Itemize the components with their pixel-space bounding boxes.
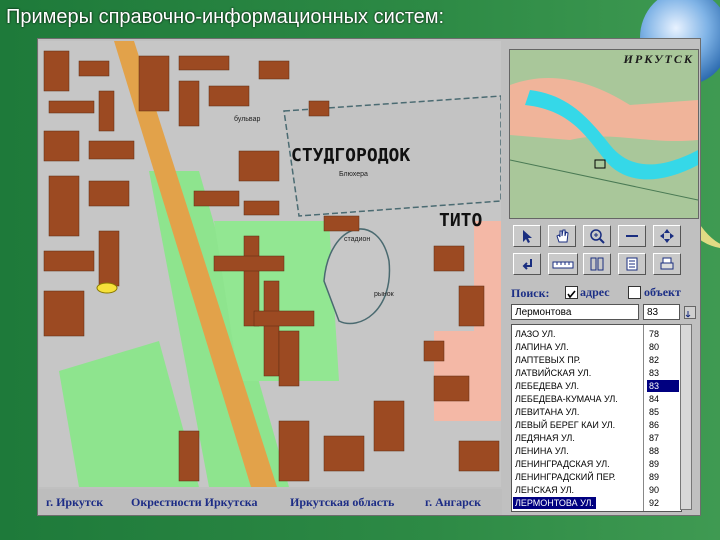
- street-name: ЛЕРМОНТОВА УЛ.: [513, 497, 596, 509]
- street-name: ЛАПИНА УЛ.: [515, 342, 569, 352]
- back-button[interactable]: [513, 253, 541, 275]
- house-number: 82: [649, 355, 660, 365]
- street-name: ЛЕДЯНАЯ УЛ.: [515, 433, 575, 443]
- house-number: 90: [649, 485, 660, 495]
- pan-arrows-icon: [660, 229, 674, 243]
- list-item[interactable]: ЛАТВИЙСКАЯ УЛ. 83: [512, 367, 681, 379]
- layers-icon: [590, 257, 604, 271]
- house-number-input[interactable]: 83: [643, 304, 680, 320]
- house-number: 89: [649, 459, 660, 469]
- street-label: Блюхера: [339, 171, 368, 178]
- map-canvas[interactable]: СТУДГОРОДОК ТИТО бульвар Блюхера рынок с…: [39, 41, 501, 487]
- house-number: 87: [649, 433, 660, 443]
- list-item[interactable]: ЛАПТЕВЫХ ПР. 82: [512, 354, 681, 366]
- street-name: ЛЕНИНГРАДСКИЙ ПЕР.: [515, 472, 616, 482]
- object-checkbox[interactable]: [628, 286, 641, 299]
- street-name: ЛЕВЫЙ БЕРЕГ КАИ УЛ.: [515, 420, 616, 430]
- house-number: 83: [649, 368, 660, 378]
- street-name: ЛАЗО УЛ.: [515, 329, 556, 339]
- link-angarsk[interactable]: г. Ангарск: [425, 495, 481, 510]
- minimap-title: ИРКУТСК: [623, 52, 694, 66]
- zoom-out-icon: [626, 235, 638, 237]
- ruler-button[interactable]: [548, 253, 578, 275]
- list-item[interactable]: ЛЕНИНА УЛ. 88: [512, 445, 681, 457]
- street-name: ЛЕБЕДЕВА-КУМАЧА УЛ.: [515, 394, 618, 404]
- house-number: 80: [649, 342, 660, 352]
- print-icon: [660, 257, 674, 270]
- object-option-label: объект: [644, 285, 681, 299]
- map-region-links: г. Иркутск Окрестности Иркутска Иркутска…: [38, 489, 502, 515]
- list-item[interactable]: ЛАПИНА УЛ. 80: [512, 341, 681, 353]
- street-label: бульвар: [234, 115, 260, 123]
- hand-icon: [556, 229, 569, 243]
- street-name: ЛЕНСКАЯ УЛ.: [515, 485, 574, 495]
- layers-button[interactable]: [583, 253, 611, 275]
- house-number: 92: [649, 498, 660, 508]
- street-input[interactable]: Лермонтова: [511, 304, 639, 320]
- link-irkutsk-surroundings[interactable]: Окрестности Иркутска: [131, 495, 258, 510]
- zoom-out-button[interactable]: [618, 225, 646, 247]
- street-name: ЛЕНИНА УЛ.: [515, 446, 569, 456]
- street-name: ЛЕВИТАНА УЛ.: [515, 407, 580, 417]
- list-item[interactable]: ЛЕБЕДЕВА УЛ. 83: [512, 380, 681, 392]
- list-button[interactable]: [618, 253, 646, 275]
- pan-arrows-button[interactable]: [653, 225, 681, 247]
- zoom-in-icon: [590, 229, 605, 244]
- search-go-button[interactable]: [684, 306, 696, 319]
- house-number: 83: [647, 380, 679, 392]
- house-number: 86: [649, 420, 660, 430]
- pointer-icon: [523, 230, 532, 243]
- list-item[interactable]: ЛЕВИТАНА УЛ. 85: [512, 406, 681, 418]
- link-irkutsk-region[interactable]: Иркутская область: [290, 495, 394, 510]
- address-checkbox[interactable]: [565, 286, 578, 299]
- control-panel: ИРКУТСК Поиск: адрес объект Лермонтова 8…: [503, 39, 700, 515]
- list-item[interactable]: ЛЕНИНГРАДСКАЯ УЛ. 89: [512, 458, 681, 470]
- street-name: ЛАПТЕВЫХ ПР.: [515, 355, 581, 365]
- house-number: 84: [649, 394, 660, 404]
- link-irkutsk[interactable]: г. Иркутск: [46, 495, 103, 510]
- list-item[interactable]: ЛАЗО УЛ. 78: [512, 328, 681, 340]
- list-item[interactable]: ЛЕРМОНТОВА УЛ. 92: [512, 497, 681, 509]
- list-item[interactable]: ЛЕНИНГРАДСКИЙ ПЕР. 89: [512, 471, 681, 483]
- ruler-icon: [552, 261, 574, 269]
- arrow-icon: [685, 311, 691, 318]
- slide-title: Примеры справочно-информационных систем:: [6, 6, 445, 28]
- street-name: ЛЕНИНГРАДСКАЯ УЛ.: [515, 459, 610, 469]
- results-scrollbar[interactable]: [680, 324, 692, 510]
- list-item[interactable]: ЛЕВЫЙ БЕРЕГ КАИ УЛ. 86: [512, 419, 681, 431]
- pointer-tool-button[interactable]: [513, 225, 541, 247]
- overview-minimap[interactable]: ИРКУТСК: [509, 49, 699, 219]
- street-name: ЛАТВИЙСКАЯ УЛ.: [515, 368, 592, 378]
- house-number: 78: [649, 329, 660, 339]
- street-results-list[interactable]: ЛАЗО УЛ. 78 ЛАПИНА УЛ. 80 ЛАПТЕВЫХ ПР. 82 ЛАТВ…: [511, 324, 682, 512]
- print-button[interactable]: [653, 253, 681, 275]
- zoom-in-button[interactable]: [583, 225, 611, 247]
- street-label: стадион: [344, 236, 370, 243]
- list-item[interactable]: ЛЕНСКАЯ УЛ. 90: [512, 484, 681, 496]
- district-label-tito: ТИТО: [439, 210, 483, 231]
- list-icon: [626, 257, 638, 271]
- street-label: рынок: [374, 291, 395, 298]
- district-label-studgorodok: СТУДГОРОДОК: [291, 145, 410, 166]
- list-item[interactable]: ЛЕДЯНАЯ УЛ. 87: [512, 432, 681, 444]
- back-icon: [522, 259, 532, 270]
- house-number: 85: [649, 407, 660, 417]
- house-number: 88: [649, 446, 660, 456]
- gis-application-window: СТУДГОРОДОК ТИТО бульвар Блюхера рынок с…: [37, 38, 701, 516]
- street-name: ЛЕБЕДЕВА УЛ.: [515, 381, 579, 391]
- pan-tool-button[interactable]: [548, 225, 576, 247]
- list-item[interactable]: ЛЕБЕДЕВА-КУМАЧА УЛ. 84: [512, 393, 681, 405]
- address-option-label: адрес: [580, 285, 610, 299]
- house-number: 89: [649, 472, 660, 482]
- search-label: Поиск:: [511, 286, 550, 300]
- city-map[interactable]: СТУДГОРОДОК ТИТО бульвар Блюхера рынок с…: [39, 41, 501, 487]
